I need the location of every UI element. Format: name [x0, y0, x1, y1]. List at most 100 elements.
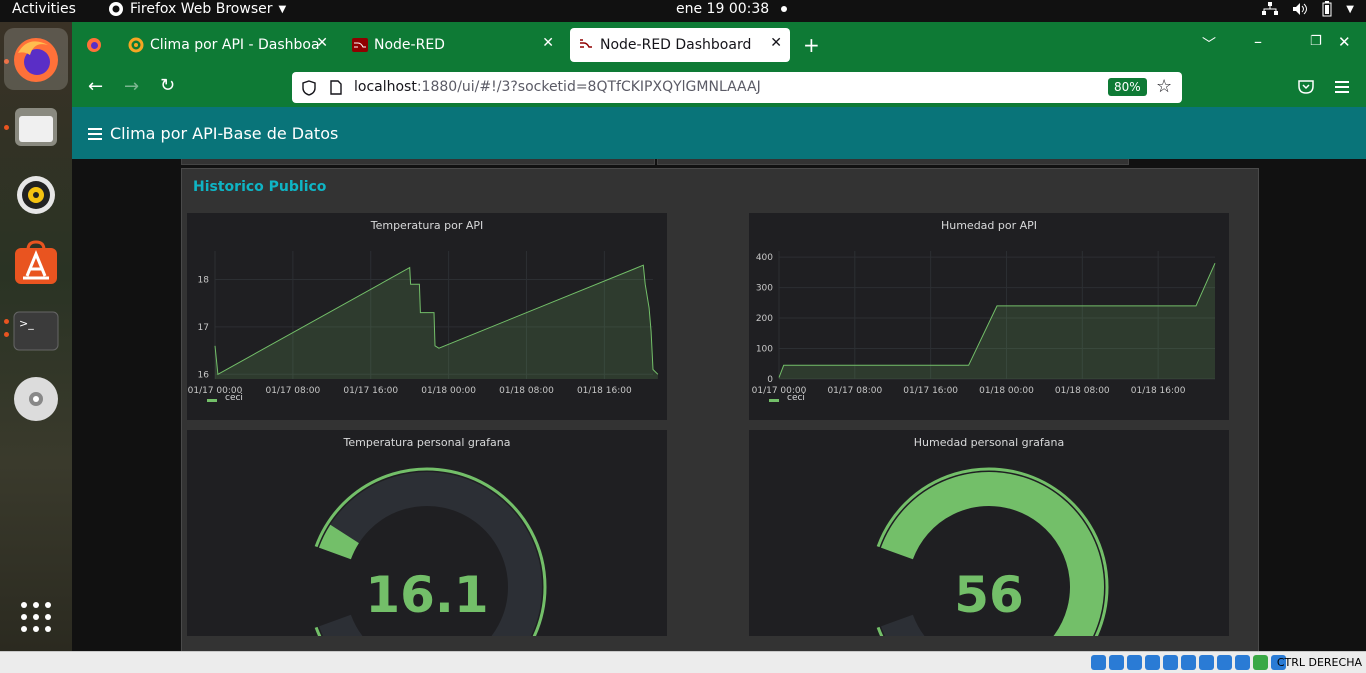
menu-icon[interactable] — [88, 128, 102, 143]
files-icon — [15, 108, 57, 146]
dock-terminal[interactable]: >_ — [11, 306, 61, 356]
hum-gauge-panel[interactable]: Humedad personal grafana 56 — [749, 430, 1229, 636]
new-tab-icon[interactable]: + — [803, 33, 820, 57]
page-icon — [330, 80, 342, 95]
dock-software[interactable] — [11, 238, 61, 288]
tab-node-red-dashboard[interactable]: Node-RED Dashboard ✕ — [570, 28, 790, 62]
close-tab-icon[interactable]: ✕ — [316, 35, 328, 51]
clock-label: ene 19 00:38 — [676, 1, 770, 17]
tab-node-red[interactable]: Node-RED ✕ — [344, 28, 562, 62]
gauge-fill — [318, 524, 360, 560]
group-historico-publico: Historico Publico Temperatura por API 01… — [181, 168, 1259, 651]
display-icon[interactable] — [1199, 655, 1214, 670]
navigation-toolbar: ← → ↻ localhost:1880/ui/#!/3?socketid=8Q… — [72, 67, 1366, 107]
restore-icon[interactable]: ❐ — [1310, 34, 1322, 49]
usb-icon[interactable] — [1163, 655, 1178, 670]
url-host: localhost — [354, 79, 417, 95]
x-tick-label: 01/17 16:00 — [343, 386, 398, 396]
temp-api-panel[interactable]: Temperatura por API 01/17 00:00 01/17 08:… — [187, 213, 667, 420]
pocket-icon[interactable] — [1298, 80, 1314, 94]
close-tab-icon[interactable]: ✕ — [542, 35, 554, 51]
app-name: Firefox Web Browser — [130, 1, 273, 17]
y-tick-label: 17 — [198, 323, 209, 333]
running-indicator — [4, 125, 9, 130]
close-window-icon[interactable]: ✕ — [1338, 33, 1351, 51]
system-tray[interactable]: ▼ — [1262, 1, 1354, 17]
hum-api-panel[interactable]: Humedad por API 01/17 00:00 01/17 08:00 01… — [749, 213, 1229, 420]
svg-text:>_: >_ — [19, 317, 34, 330]
legend-label[interactable]: ceci — [787, 393, 805, 403]
y-tick-label: 300 — [756, 284, 773, 294]
vm-device-icons — [1091, 655, 1286, 670]
cpu-icon[interactable] — [1235, 655, 1250, 670]
software-center-icon — [15, 240, 57, 284]
app-grid-icon — [21, 602, 51, 632]
y-tick-label: 100 — [756, 345, 773, 355]
activities-button[interactable]: Activities — [12, 1, 76, 17]
firefox-app-icon — [109, 2, 123, 16]
tab-grafana[interactable]: Clima por API - Dashboard ✕ — [120, 28, 336, 62]
chevron-down-icon: ▼ — [278, 3, 287, 15]
x-tick-label: 01/18 16:00 — [577, 386, 632, 396]
tab-bar: Clima por API - Dashboard ✕ Node-RED ✕ N… — [72, 22, 1366, 67]
x-tick-label: 01/18 08:00 — [499, 386, 554, 396]
x-tick-label: 01/18 16:00 — [1131, 386, 1186, 396]
battery-icon — [1322, 1, 1332, 17]
clock[interactable]: ene 19 00:38 — [676, 1, 788, 17]
gauge-value: 16.1 — [365, 566, 489, 624]
firefox-view-button[interactable] — [78, 28, 106, 62]
app-menu[interactable]: Firefox Web Browser ▼ — [108, 1, 286, 17]
bookmark-star-icon[interactable]: ☆ — [1156, 76, 1172, 97]
y-tick-label: 0 — [767, 375, 773, 385]
hamburger-menu-icon[interactable] — [1335, 81, 1349, 93]
close-tab-icon[interactable]: ✕ — [770, 35, 782, 51]
running-indicator — [4, 319, 9, 324]
gnome-top-bar: Activities Firefox Web Browser ▼ ene 19 … — [0, 0, 1366, 22]
x-tick-label: 01/17 08:00 — [827, 386, 882, 396]
hard-disk-icon[interactable] — [1091, 655, 1106, 670]
hum-api-chart: 01/17 00:00 01/17 08:00 01/17 16:00 01/18 0… — [752, 251, 1216, 396]
dock-files[interactable] — [11, 102, 61, 152]
shared-folders-icon[interactable] — [1181, 655, 1196, 670]
optical-drive-icon[interactable] — [1109, 655, 1124, 670]
previous-card — [657, 159, 1129, 165]
shield-icon — [302, 80, 316, 96]
list-all-tabs-icon[interactable]: ﹀ — [1202, 34, 1216, 54]
rhythmbox-icon — [17, 176, 55, 214]
mouse-integration-icon[interactable] — [1253, 655, 1268, 670]
firefox-icon — [14, 38, 58, 82]
dock-dvd[interactable] — [11, 374, 61, 424]
legend-swatch — [207, 399, 217, 402]
y-tick-label: 400 — [756, 253, 773, 263]
temp-gauge-panel[interactable]: Temperatura personal grafana 16.1 — [187, 430, 667, 636]
url-bar[interactable]: localhost:1880/ui/#!/3?socketid=8QTfCKIP… — [292, 72, 1182, 103]
volume-icon — [1293, 3, 1308, 15]
dashboard-header: Clima por API-Base de Datos — [72, 107, 1366, 159]
dock-rhythmbox[interactable] — [11, 170, 61, 220]
show-applications-button[interactable] — [11, 592, 61, 642]
host-key-label: CTRL DERECHA — [1276, 656, 1362, 669]
tab-label: Clima por API - Dashboard — [150, 37, 320, 53]
desktop: Activities Firefox Web Browser ▼ ene 19 … — [0, 0, 1366, 673]
x-tick-label: 01/18 08:00 — [1055, 386, 1110, 396]
gauge-value: 56 — [954, 566, 1024, 624]
legend-swatch — [769, 399, 779, 402]
x-tick-label: 01/18 00:00 — [979, 386, 1034, 396]
forward-icon[interactable]: → — [124, 76, 139, 97]
legend-label[interactable]: ceci — [225, 393, 243, 403]
dock: >_ — [0, 22, 72, 651]
zoom-badge[interactable]: 80% — [1108, 78, 1147, 96]
page-viewport: Clima por API-Base de Datos Historico Pu… — [72, 107, 1366, 651]
url-path: :1880/ui/#!/3?socketid=8QTfCKIPXQYlGMNLA… — [416, 79, 761, 95]
url-text: localhost:1880/ui/#!/3?socketid=8QTfCKIP… — [354, 79, 761, 95]
minimize-icon[interactable]: – — [1254, 32, 1262, 51]
recording-icon[interactable] — [1217, 655, 1232, 670]
audio-icon[interactable] — [1127, 655, 1142, 670]
dock-firefox[interactable] — [4, 28, 68, 90]
back-icon[interactable]: ← — [88, 76, 103, 97]
group-title: Historico Publico — [193, 179, 327, 195]
disc-icon — [14, 377, 58, 421]
reload-icon[interactable]: ↻ — [160, 75, 175, 96]
network-icon[interactable] — [1145, 655, 1160, 670]
y-tick-label: 16 — [198, 370, 210, 380]
